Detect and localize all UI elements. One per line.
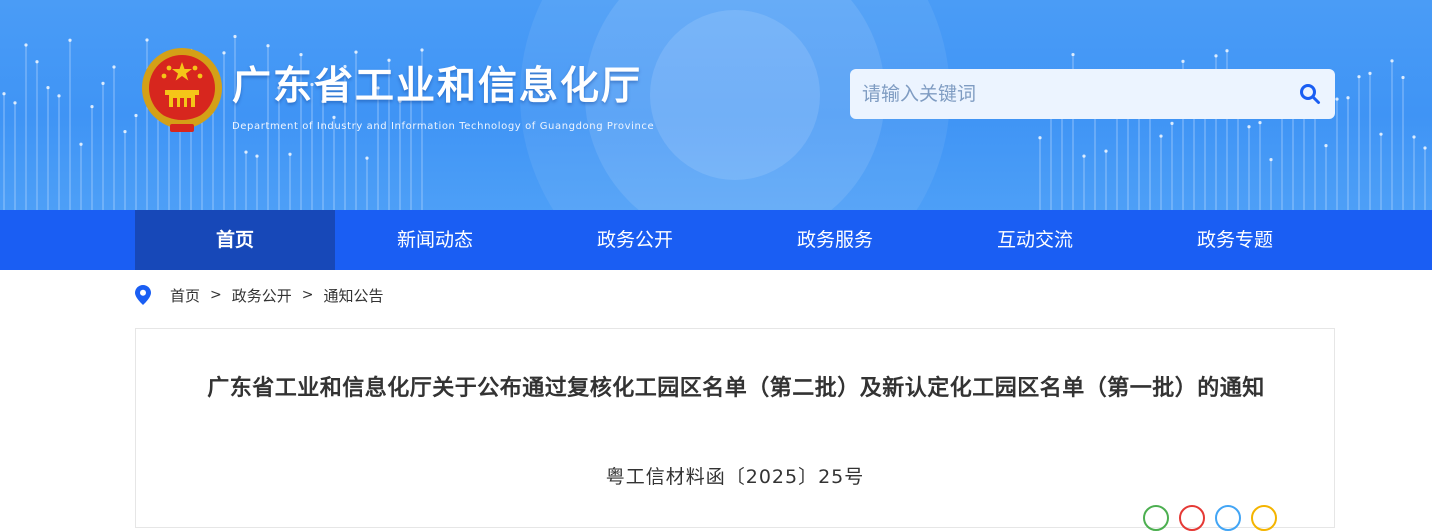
- site-title: 广东省工业和信息化厅: [232, 64, 643, 109]
- article-panel: 广东省工业和信息化厅关于公布通过复核化工园区名单（第二批）及新认定化工园区名单（…: [135, 328, 1335, 531]
- breadcrumb-separator: >: [301, 287, 314, 303]
- search-box: [850, 69, 1335, 119]
- national-emblem-icon: [142, 48, 222, 132]
- site-subtitle: Department of Industry and Information T…: [232, 121, 655, 132]
- search-input[interactable]: [850, 69, 1290, 119]
- breadcrumb-notices[interactable]: 通知公告: [324, 285, 384, 306]
- main-nav: 首页 新闻动态 政务公开 政务服务 互动交流 政务专题: [0, 210, 1432, 270]
- header-banner: 广东省工业和信息化厅 Department of Industry and In…: [0, 0, 1432, 210]
- breadcrumb-home[interactable]: 首页: [170, 285, 200, 306]
- nav-item-special-topics[interactable]: 政务专题: [1135, 210, 1335, 270]
- breadcrumb-public-affairs[interactable]: 政务公开: [232, 285, 292, 306]
- document-number: 粤工信材料函〔2025〕25号: [605, 466, 865, 488]
- location-pin-icon: [135, 285, 151, 305]
- search-icon[interactable]: [1299, 83, 1321, 105]
- nav-item-home[interactable]: 首页: [135, 210, 335, 270]
- breadcrumb: 首页 > 政务公开 > 通知公告: [135, 282, 384, 308]
- nav-item-gov-services[interactable]: 政务服务: [735, 210, 935, 270]
- nav-item-public-affairs[interactable]: 政务公开: [535, 210, 735, 270]
- nav-item-interaction[interactable]: 互动交流: [935, 210, 1135, 270]
- nav-item-news[interactable]: 新闻动态: [335, 210, 535, 270]
- article-title: 广东省工业和信息化厅关于公布通过复核化工园区名单（第二批）及新认定化工园区名单（…: [207, 376, 1265, 401]
- breadcrumb-separator: >: [210, 287, 222, 303]
